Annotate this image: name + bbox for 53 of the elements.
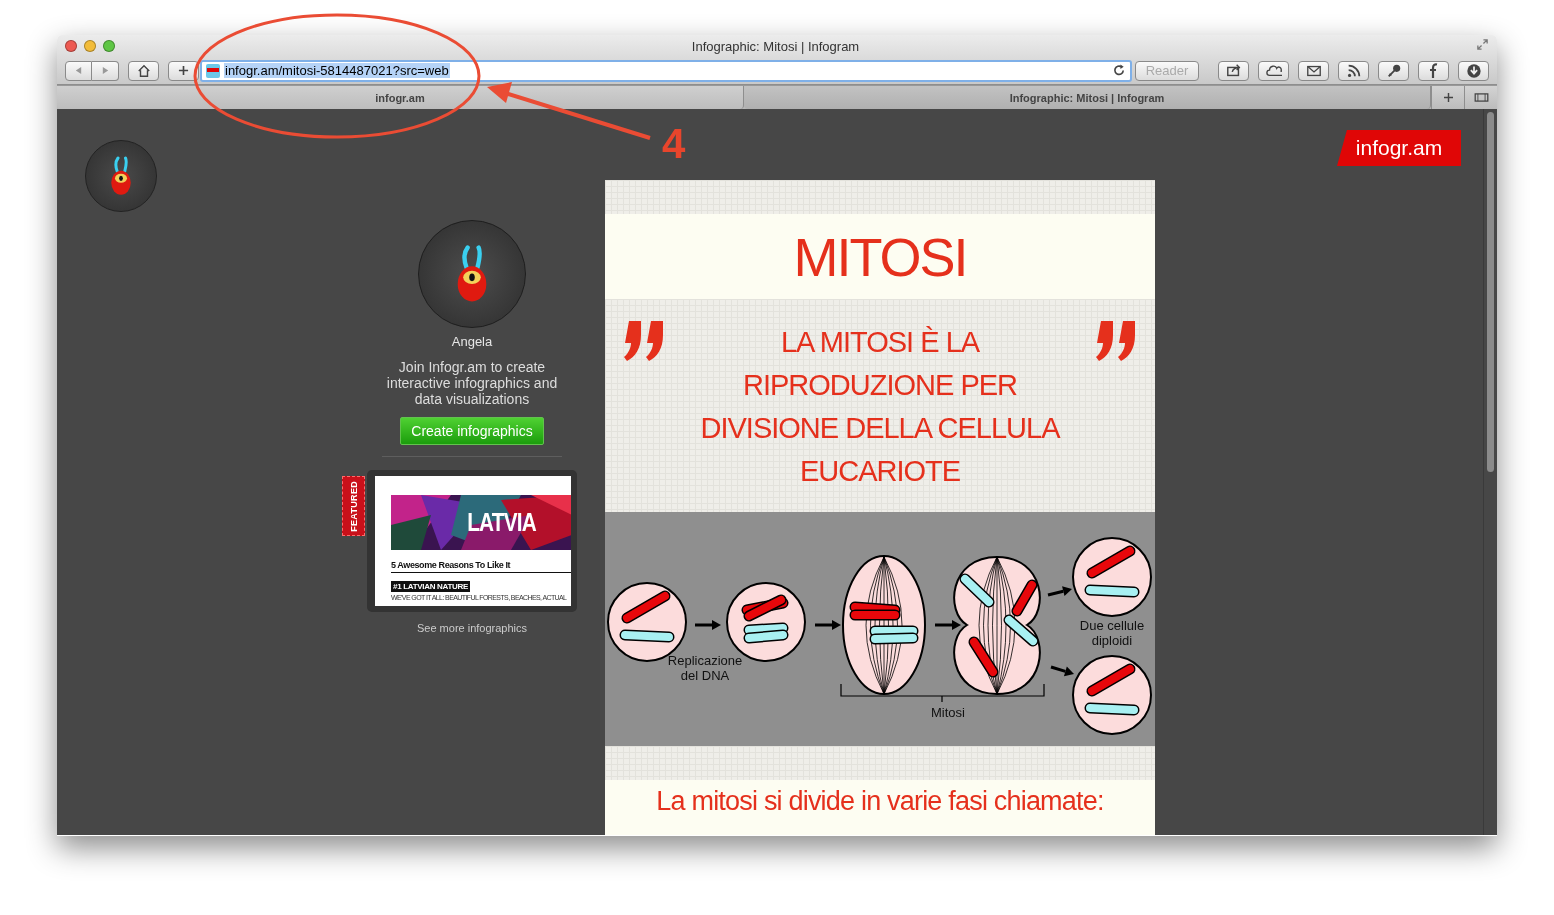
- share-icon: [1225, 62, 1242, 79]
- key-icon: [1385, 62, 1402, 79]
- annotation-number: 4: [662, 120, 686, 167]
- download-icon: [1465, 62, 1482, 79]
- diagram-label: del DNA: [680, 668, 730, 683]
- share-button[interactable]: [1218, 60, 1249, 81]
- home-button[interactable]: [128, 60, 159, 81]
- plus-icon: [178, 65, 189, 76]
- plus-icon: [1443, 93, 1453, 102]
- signup-text: Join Infogr.am to create interactive infographics and data visualizations: [385, 359, 559, 407]
- add-bookmark-button[interactable]: [168, 60, 199, 81]
- infographic-subtitle: 5 Awesome Reasons To Like It: [391, 560, 571, 573]
- diagram-label: Mitosi: [931, 705, 965, 720]
- caption-text: La mitosi si divide in varie fasi chiamate:: [656, 786, 1104, 818]
- scrollbar[interactable]: [1483, 109, 1497, 835]
- download-button[interactable]: [1458, 60, 1489, 81]
- address-field[interactable]: infogr.am/mitosi-5814487021?src=web: [200, 59, 1132, 82]
- tab[interactable]: infogr.am: [57, 86, 744, 109]
- forward-icon: [100, 66, 110, 75]
- social-button[interactable]: [1418, 60, 1449, 81]
- new-tab-button[interactable]: [1431, 86, 1464, 109]
- minimize-button[interactable]: [84, 40, 96, 52]
- infographic-title: MITOSI: [793, 225, 967, 288]
- zoom-button[interactable]: [103, 40, 115, 52]
- diagram-label: diploidi: [1091, 633, 1133, 648]
- forward-button[interactable]: [92, 60, 119, 81]
- tab-overview-button[interactable]: [1464, 86, 1497, 109]
- mail-button[interactable]: [1298, 60, 1329, 81]
- section-heading: #1 LATVIAN NATURE: [391, 581, 471, 592]
- logo[interactable]: infogr.am: [1337, 130, 1461, 166]
- tab[interactable]: Infographic: Mitosi | Infogram: [744, 86, 1431, 109]
- window-title: Infographic: Mitosi | Infogram: [690, 38, 861, 54]
- diagram-label: Due cellule: [1079, 618, 1145, 633]
- rss-button[interactable]: [1338, 60, 1369, 81]
- cloud-button[interactable]: [1258, 60, 1289, 81]
- back-button[interactable]: [65, 60, 92, 81]
- user-name: Angela: [451, 334, 493, 349]
- infographic-title: LATVIA: [467, 507, 536, 538]
- close-button[interactable]: [65, 40, 77, 52]
- see-more-link[interactable]: See more infographics: [416, 622, 528, 634]
- quote-text: LA MITOSI È LA RIPRODUZIONE PER DIVISIONE DELLA CELLULA EUCARIOTE: [699, 325, 1062, 489]
- diagram-label: Replicazione: [667, 653, 743, 668]
- rss-icon: [1345, 62, 1362, 79]
- site-icon: [206, 63, 220, 78]
- home-icon: [136, 63, 151, 78]
- fullscreen-icon: [1476, 38, 1489, 51]
- cloud-icon: [1265, 62, 1282, 79]
- key-button[interactable]: [1378, 60, 1409, 81]
- reload-icon: [1113, 64, 1126, 77]
- social-icon: [1429, 62, 1438, 79]
- tabs-icon: [1473, 93, 1489, 102]
- back-icon: [74, 66, 83, 75]
- featured-ribbon: FEATURED: [342, 476, 365, 536]
